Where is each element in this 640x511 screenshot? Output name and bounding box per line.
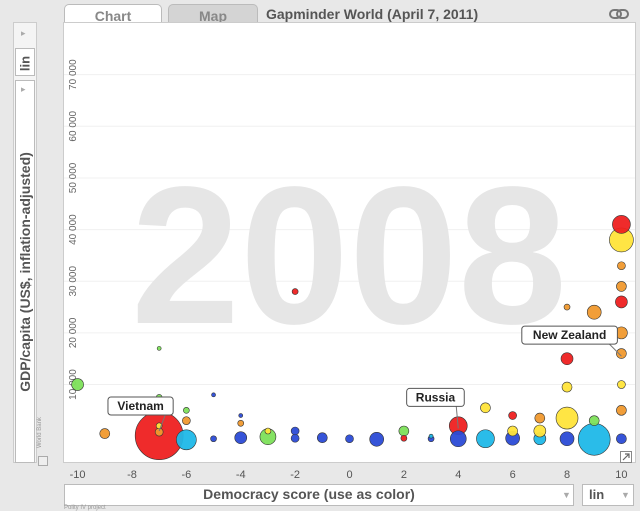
x-tick-label: -10 [70, 469, 86, 481]
country-bubble[interactable] [182, 416, 191, 425]
y-tick-label: 60 000 [68, 111, 79, 142]
country-bubble[interactable] [237, 419, 245, 427]
country-bubble[interactable] [588, 415, 600, 426]
country-bubble[interactable] [210, 435, 217, 443]
y-tick-label: 20 000 [68, 317, 79, 348]
country-bubble[interactable] [533, 424, 547, 438]
country-bubble[interactable] [616, 433, 627, 445]
country-bubble[interactable] [449, 430, 467, 448]
x-scale-dropdown-arrow[interactable]: ▼ [621, 490, 630, 500]
country-bubble[interactable] [317, 432, 328, 444]
y-axis-label[interactable]: GDP/capita (US$, inflation-adjusted) [17, 152, 33, 392]
y-source-label: World Bank [37, 417, 43, 448]
country-bubble[interactable] [617, 380, 626, 389]
country-bubble[interactable] [211, 392, 216, 398]
country-bubble[interactable] [154, 427, 164, 437]
x-tick-label: 10 [615, 469, 627, 481]
country-bubble[interactable] [534, 412, 546, 424]
country-bubble[interactable] [400, 434, 408, 442]
y-tick-label: 40 000 [68, 214, 79, 245]
y-axis-label-arrow[interactable]: ▸ [21, 84, 26, 95]
country-bubble[interactable] [555, 406, 579, 430]
country-bubble[interactable] [577, 422, 611, 456]
country-bubble[interactable] [398, 425, 410, 437]
country-bubble[interactable] [561, 381, 573, 393]
country-bubble[interactable] [290, 433, 300, 443]
x-tick-label: -4 [236, 469, 246, 481]
country-bubble[interactable] [507, 425, 518, 437]
country-bubble[interactable] [560, 352, 574, 366]
country-bubble[interactable] [234, 431, 248, 445]
y-scale-label: lin [17, 55, 33, 72]
country-bubble[interactable] [183, 407, 190, 414]
x-source-label: Polity IV project [64, 505, 106, 511]
x-tick-area: -10 -8 -6 -4 -2 0 2 4 6 8 10 [70, 469, 628, 481]
country-bubble[interactable] [99, 428, 111, 439]
x-axis-label[interactable]: Democracy score (use as color) [64, 486, 554, 502]
page-title: Gapminder World (April 7, 2011) [266, 6, 479, 22]
country-bubble[interactable] [156, 346, 162, 351]
country-bubble[interactable] [345, 434, 354, 444]
chart-svg: 2008 10 00020 00030 00040 00050 00060 00… [64, 59, 635, 460]
country-bubble[interactable] [612, 215, 631, 234]
x-tick-label: -2 [290, 469, 300, 481]
x-tick-label: 4 [455, 469, 461, 481]
x-tick-label: -6 [181, 469, 191, 481]
y-tick-label: 30 000 [68, 266, 79, 297]
country-bubble[interactable] [476, 429, 495, 449]
y-scale-selector[interactable]: lin [15, 48, 35, 76]
country-bubble[interactable] [508, 411, 517, 420]
country-bubble[interactable] [176, 429, 197, 451]
x-tick-label: 6 [510, 469, 516, 481]
callout-label: Russia [416, 390, 456, 404]
x-tick-label: 0 [346, 469, 352, 481]
country-bubble[interactable] [290, 426, 300, 436]
x-tick-label: 2 [401, 469, 407, 481]
country-bubble[interactable] [238, 413, 244, 418]
plot-area: 2008 10 000 20 000 30 000 40 000 50 000 60 00… [63, 22, 636, 463]
country-bubble[interactable] [559, 431, 575, 447]
link-icon[interactable] [608, 6, 630, 22]
country-bubble[interactable] [586, 304, 602, 320]
country-bubble[interactable] [428, 433, 434, 439]
x-tick-label: 8 [564, 469, 570, 481]
country-bubble[interactable] [480, 402, 491, 414]
zoom-corner-icon[interactable] [620, 451, 632, 463]
x-tick-label: -8 [127, 469, 137, 481]
x-axis-dropdown-arrow[interactable]: ▼ [562, 490, 571, 500]
country-bubble[interactable] [616, 405, 627, 416]
callout-label: Vietnam [117, 399, 163, 413]
y-tick-label: 50 000 [68, 162, 79, 193]
country-bubble[interactable] [369, 431, 384, 447]
x-scale-label: lin [589, 487, 605, 502]
country-bubble[interactable] [291, 288, 299, 295]
country-bubble[interactable] [616, 348, 627, 359]
country-bubble[interactable] [264, 427, 272, 435]
country-bubble[interactable] [615, 295, 628, 309]
country-bubble[interactable] [563, 303, 571, 311]
callout-label: New Zealand [533, 328, 606, 342]
country-bubble[interactable] [617, 261, 626, 271]
country-bubble[interactable] [616, 281, 627, 292]
y-axis-dropdown-arrow[interactable]: ▸ [21, 28, 26, 39]
y-tick-label: 70 000 [68, 59, 79, 90]
country-bubble[interactable] [71, 378, 84, 391]
year-watermark: 2008 [131, 146, 567, 365]
